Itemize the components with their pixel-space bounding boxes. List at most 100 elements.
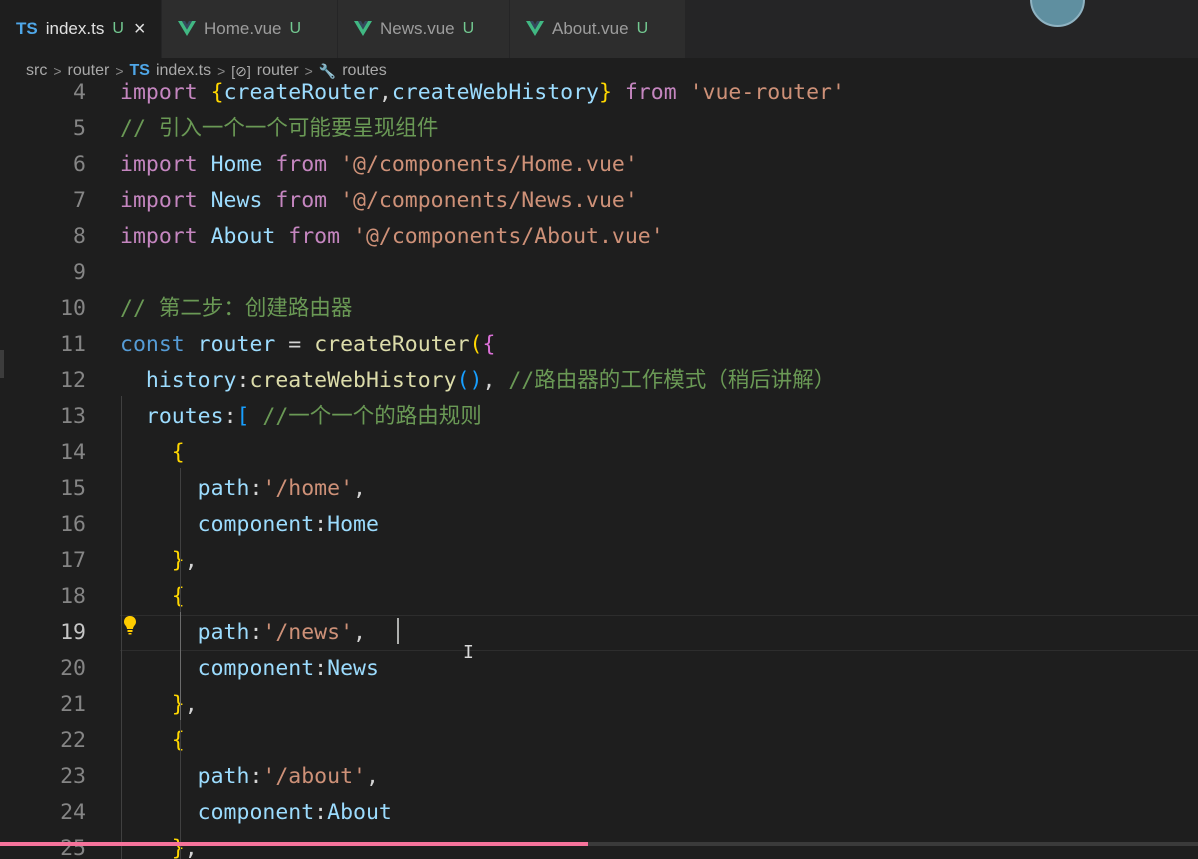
line-number: 10	[60, 296, 86, 321]
scroll-marker	[0, 350, 4, 378]
line-number: 14	[60, 440, 86, 465]
code-line[interactable]: 4 import {createRouter,createWebHistory} …	[0, 76, 1198, 111]
code-editor[interactable]: 25 }, 24 component:About 23 path:'/about',…	[0, 76, 1198, 859]
code-text: // 第二步：创建路由器	[120, 291, 352, 327]
code-token: ,	[184, 692, 198, 717]
untracked-status-badge: U	[636, 20, 649, 37]
code-token: }	[598, 80, 612, 105]
code-text: },	[120, 687, 198, 723]
line-number: 16	[60, 512, 86, 537]
code-line[interactable]: 11 const router = createRouter({	[0, 327, 1198, 363]
line-number: 9	[73, 260, 86, 285]
code-token: component	[197, 512, 315, 537]
code-token: createWebHistory	[391, 80, 599, 105]
code-token: '@/components/News.vue'	[340, 188, 638, 213]
line-number: 8	[73, 224, 86, 249]
code-token: :	[314, 512, 328, 537]
code-text: history:createWebHistory(), //路由器的工作模式（稍…	[120, 363, 835, 399]
code-token: '/about'	[262, 764, 366, 789]
code-token: ()	[456, 368, 483, 393]
code-token: // 第二步：创建路由器	[120, 296, 353, 321]
code-token: {	[210, 80, 224, 105]
tab-about-vue[interactable]: About.vue U	[510, 0, 686, 58]
lightbulb-icon[interactable]	[123, 615, 137, 635]
tab-index-ts[interactable]: TS index.ts U ×	[0, 0, 162, 58]
code-text: component:About	[120, 795, 392, 831]
code-token: :	[223, 404, 237, 429]
code-line[interactable]: 5 // 引入一个一个可能要呈现组件	[0, 111, 1198, 147]
indent-guide	[121, 396, 122, 859]
line-number: 17	[60, 548, 86, 573]
indent-guide-active	[180, 612, 181, 720]
code-token: path	[197, 476, 250, 501]
code-token: // 引入一个一个可能要呈现组件	[120, 116, 439, 141]
tab-news-vue[interactable]: News.vue U	[338, 0, 510, 58]
code-token: path	[197, 620, 250, 645]
code-line[interactable]: 13 routes:[ //一个一个的路由规则	[0, 399, 1198, 435]
code-line[interactable]: 10 // 第二步：创建路由器	[0, 291, 1198, 327]
code-token: router	[197, 332, 276, 357]
code-token: About	[327, 800, 392, 825]
code-token: component	[197, 800, 315, 825]
code-token: :	[249, 764, 263, 789]
code-token: '/news'	[262, 620, 354, 645]
code-token: ,	[184, 836, 198, 859]
code-text: const router = createRouter({	[120, 327, 495, 363]
line-number: 23	[60, 764, 86, 789]
code-token: {	[482, 332, 496, 357]
line-number: 20	[60, 656, 86, 681]
close-icon[interactable]: ×	[134, 18, 146, 41]
code-token: '@/components/About.vue'	[353, 224, 664, 249]
code-text: path:'/home',	[120, 471, 366, 507]
code-token: import	[120, 224, 211, 249]
code-token: routes	[145, 404, 224, 429]
line-number: 12	[60, 368, 86, 393]
mouse-ibeam-icon: I	[463, 642, 474, 663]
code-token: path	[197, 764, 250, 789]
code-text: component:News	[120, 651, 379, 687]
code-text: // 引入一个一个可能要呈现组件	[120, 111, 438, 147]
code-line[interactable]: 14 {	[0, 435, 1198, 471]
line-number: 6	[73, 152, 86, 177]
code-token: from	[611, 80, 690, 105]
vue-file-icon	[354, 21, 372, 36]
code-text: import Home from '@/components/Home.vue'	[120, 147, 638, 183]
code-token: :	[314, 800, 328, 825]
code-line[interactable]: 6 import Home from '@/components/Home.vue…	[0, 147, 1198, 183]
code-text: component:Home	[120, 507, 379, 543]
scrollbar-thumb[interactable]	[0, 842, 588, 846]
tab-label: Home.vue	[204, 19, 282, 38]
code-text: {	[120, 579, 185, 615]
code-token: '@/components/Home.vue'	[340, 152, 638, 177]
code-text: import About from '@/components/About.vu…	[120, 219, 664, 255]
code-token: ,	[365, 764, 379, 789]
code-line[interactable]: 9	[0, 255, 1198, 291]
code-line[interactable]: 8 import About from '@/components/About.v…	[0, 219, 1198, 255]
line-number: 7	[73, 188, 86, 213]
code-token: :	[249, 476, 263, 501]
code-token: =	[275, 332, 315, 357]
code-token: ,	[378, 80, 392, 105]
code-token: import	[120, 188, 211, 213]
line-number: 13	[60, 404, 86, 429]
code-line[interactable]: 12 history:createWebHistory(), //路由器的工作模…	[0, 363, 1198, 399]
avatar	[1030, 0, 1085, 27]
code-token: component	[197, 656, 315, 681]
line-number: 15	[60, 476, 86, 501]
code-token: createWebHistory	[249, 368, 457, 393]
code-token: import	[120, 80, 211, 105]
line-number: 5	[73, 116, 86, 141]
tab-home-vue[interactable]: Home.vue U	[162, 0, 338, 58]
code-token: {	[171, 584, 185, 609]
code-token: 'vue-router'	[689, 80, 845, 105]
code-token: from	[262, 188, 341, 213]
code-line[interactable]: 7 import News from '@/components/News.vue…	[0, 183, 1198, 219]
